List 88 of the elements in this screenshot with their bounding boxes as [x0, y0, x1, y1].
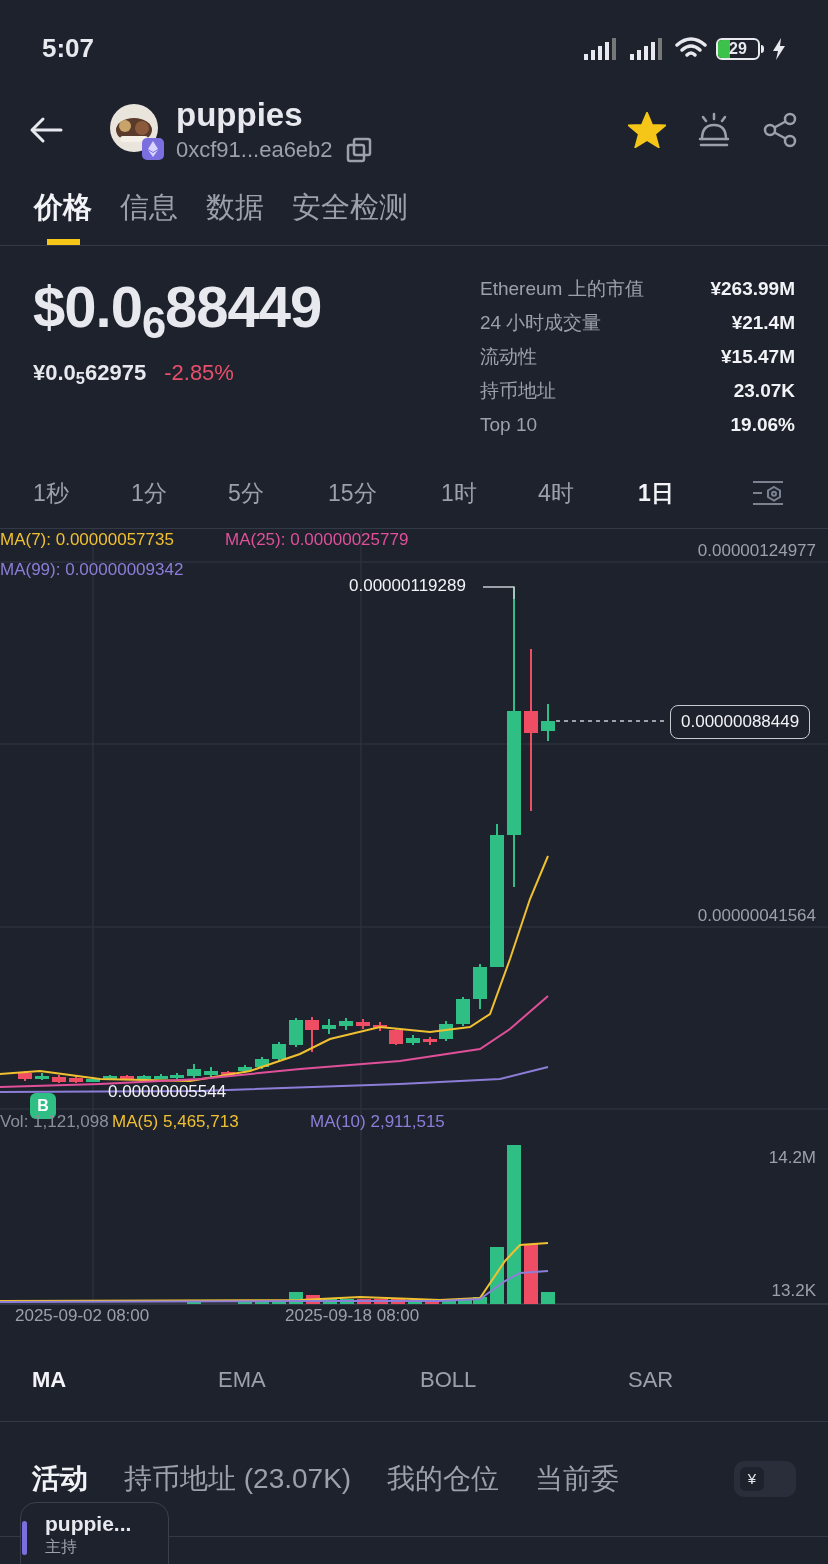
candlestick — [52, 1074, 66, 1084]
candlestick — [356, 1018, 370, 1030]
candlestick — [305, 1016, 319, 1053]
indicator-legend: MA(99): 0.00000009342 — [0, 560, 184, 580]
section-tab[interactable]: 活动 — [32, 1458, 88, 1500]
volume-legend: MA(5) 5,465,713 — [112, 1112, 239, 1132]
candlestick — [187, 1063, 201, 1079]
high-price-label: 0.00000119289 — [349, 576, 466, 596]
tab[interactable]: 价格 — [34, 189, 92, 245]
charging-icon — [772, 37, 786, 60]
stat-value: ¥15.47M — [721, 344, 795, 369]
section-tab[interactable]: 我的仓位 — [387, 1458, 500, 1500]
ethereum-icon — [142, 138, 164, 160]
stat-value: ¥263.99M — [710, 276, 795, 301]
tab[interactable]: 信息 — [120, 189, 178, 245]
leader-line — [482, 586, 515, 600]
timeframe-tab[interactable]: 1时 — [430, 475, 527, 511]
axis-label: 0.00000041564 — [697, 906, 816, 926]
candlestick — [204, 1066, 218, 1078]
indicator-tab[interactable]: EMA — [218, 1363, 266, 1396]
favorite-star-icon[interactable] — [628, 112, 666, 148]
section-tab[interactable]: 当前委 — [535, 1458, 620, 1500]
stat-label: 持币地址 — [480, 378, 556, 403]
alarm-bell-icon[interactable] — [696, 112, 732, 148]
candlestick — [255, 1056, 269, 1070]
token-name: puppies — [176, 95, 304, 135]
candlestick — [238, 1064, 252, 1074]
candlestick — [221, 1070, 235, 1077]
indicator-tab[interactable]: MA — [32, 1363, 67, 1396]
price-change: -2.85% — [164, 359, 234, 387]
stat-value: ¥21.4M — [731, 310, 795, 335]
volume-legend: MA(10) 2,911,515 — [310, 1112, 445, 1132]
candlestick — [103, 1074, 117, 1080]
timeframe-tab[interactable]: 4时 — [527, 475, 627, 511]
stat-label: Ethereum 上的市值 — [480, 276, 644, 301]
candlestick — [389, 1027, 403, 1046]
currency-toggle[interactable]: ¥ — [734, 1461, 796, 1497]
axis-label: 13.2K — [771, 1281, 816, 1301]
chart-settings-icon[interactable] — [752, 479, 784, 507]
date-label: 2025-09-02 08:00 — [15, 1306, 150, 1326]
indicator-tab[interactable]: BOLL — [420, 1363, 477, 1396]
candlestick — [406, 1034, 420, 1046]
candlestick — [86, 1076, 100, 1083]
price-cny: ¥0.0$_{5}$62975 — [33, 359, 147, 389]
stat-label: 24 小时成交量 — [480, 310, 602, 335]
timeframe-tab[interactable]: 1秒 — [22, 475, 120, 511]
status-time: 5:07 — [42, 32, 95, 65]
contract-address: 0xcf91...ea6eb2 — [176, 136, 333, 164]
share-icon[interactable] — [762, 112, 798, 148]
stat-label: Top 10 — [480, 412, 538, 437]
candlestick — [35, 1072, 49, 1081]
stat-value: 19.06% — [730, 412, 795, 437]
candlestick — [373, 1021, 387, 1032]
candlestick — [154, 1073, 168, 1080]
timeframe-tab[interactable]: 5分 — [217, 475, 317, 511]
candlestick — [423, 1036, 437, 1046]
candlestick — [272, 1041, 286, 1062]
last-price-tag: 0.00000088449 — [670, 705, 811, 739]
timeframe-tab[interactable]: 15分 — [317, 475, 430, 511]
section-tab[interactable]: 持币地址 (23.07K) — [124, 1458, 352, 1500]
tab[interactable]: 安全检测 — [292, 189, 408, 245]
candlestick — [541, 703, 555, 742]
timeframe-tab[interactable]: 1日 — [627, 475, 707, 511]
indicator-tab[interactable]: SAR — [628, 1363, 674, 1396]
candlestick — [322, 1018, 336, 1035]
candlestick — [120, 1074, 134, 1080]
copy-icon[interactable] — [344, 136, 373, 164]
stat-value: 23.07K — [733, 378, 795, 403]
candlestick — [69, 1075, 83, 1084]
candlestick — [339, 1017, 353, 1031]
candlestick — [456, 996, 470, 1027]
axis-label: 14.2M — [768, 1148, 816, 1168]
date-label: 2025-09-18 08:00 — [285, 1306, 420, 1326]
price-usd: $0.0$_{6}$88449 — [33, 273, 322, 342]
indicator-legend: MA(7): 0.00000057735 — [0, 530, 174, 550]
candlestick — [18, 1070, 32, 1082]
indicator-legend: MA(25): 0.00000025779 — [225, 530, 409, 550]
candlestick — [170, 1072, 184, 1080]
card-title: puppie... — [45, 1511, 132, 1537]
floating-token-card[interactable]: puppie... 主持 — [20, 1502, 169, 1564]
candlestick — [473, 963, 487, 1010]
stat-label: 流动性 — [480, 344, 537, 369]
card-subtitle: 主持 — [45, 1537, 78, 1557]
axis-label: 0.00000124977 — [697, 541, 816, 561]
candlestick — [137, 1074, 151, 1080]
candlestick — [289, 1017, 303, 1048]
tab[interactable]: 数据 — [206, 189, 264, 245]
timeframe-tab[interactable]: 1分 — [120, 475, 217, 511]
